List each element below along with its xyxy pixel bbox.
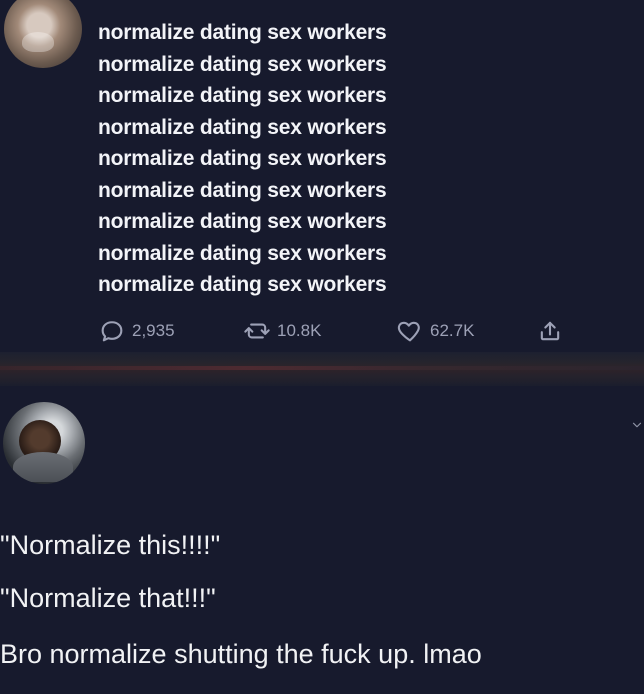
retweet-icon: [244, 323, 270, 339]
post-line-2: "Normalize that!!!": [0, 583, 216, 613]
tweet-line-7: normalize dating sex workers: [98, 210, 387, 233]
share-button[interactable]: [535, 311, 571, 351]
tweet-line-5: normalize dating sex workers: [98, 147, 387, 170]
tweet-actions: 2,935 10.8K 62.7K: [98, 311, 598, 351]
tweet-line-3: normalize dating sex workers: [98, 84, 387, 107]
tweet-body: normalize dating sex workers normalize d…: [98, 17, 568, 301]
reply-icon: [101, 321, 123, 342]
tweet-line-8: normalize dating sex workers: [98, 241, 387, 265]
tweet-line-2: normalize dating sex workers: [98, 52, 387, 76]
profile-avatar[interactable]: [3, 402, 85, 484]
post-separator: [0, 352, 644, 386]
screenshot-canvas: normalize dating sex workers normalize d…: [0, 0, 644, 694]
reply-button[interactable]: 2,935: [98, 311, 175, 351]
post-line-1: "Normalize this!!!!": [0, 530, 221, 560]
reply-count: 2,935: [132, 321, 175, 340]
like-button[interactable]: 62.7K: [396, 311, 474, 351]
top-avatar[interactable]: [4, 0, 82, 68]
tweet-line-1: normalize dating sex workers: [98, 21, 387, 44]
heart-icon: [397, 321, 420, 342]
tweet-line-9: normalize dating sex workers: [98, 273, 387, 296]
tweet-line-4: normalize dating sex workers: [98, 115, 387, 139]
post-line-3: Bro normalize shutting the fuck up. lmao: [0, 639, 482, 669]
tweet-line-6: normalize dating sex workers: [98, 178, 387, 202]
retweet-count: 10.8K: [277, 321, 322, 340]
like-count: 62.7K: [430, 321, 475, 340]
post-body: "Normalize this!!!!" "Normalize that!!!"…: [0, 527, 644, 672]
share-icon: [540, 321, 560, 341]
retweet-button[interactable]: 10.8K: [243, 311, 321, 351]
chevron-down-icon[interactable]: [630, 418, 644, 432]
